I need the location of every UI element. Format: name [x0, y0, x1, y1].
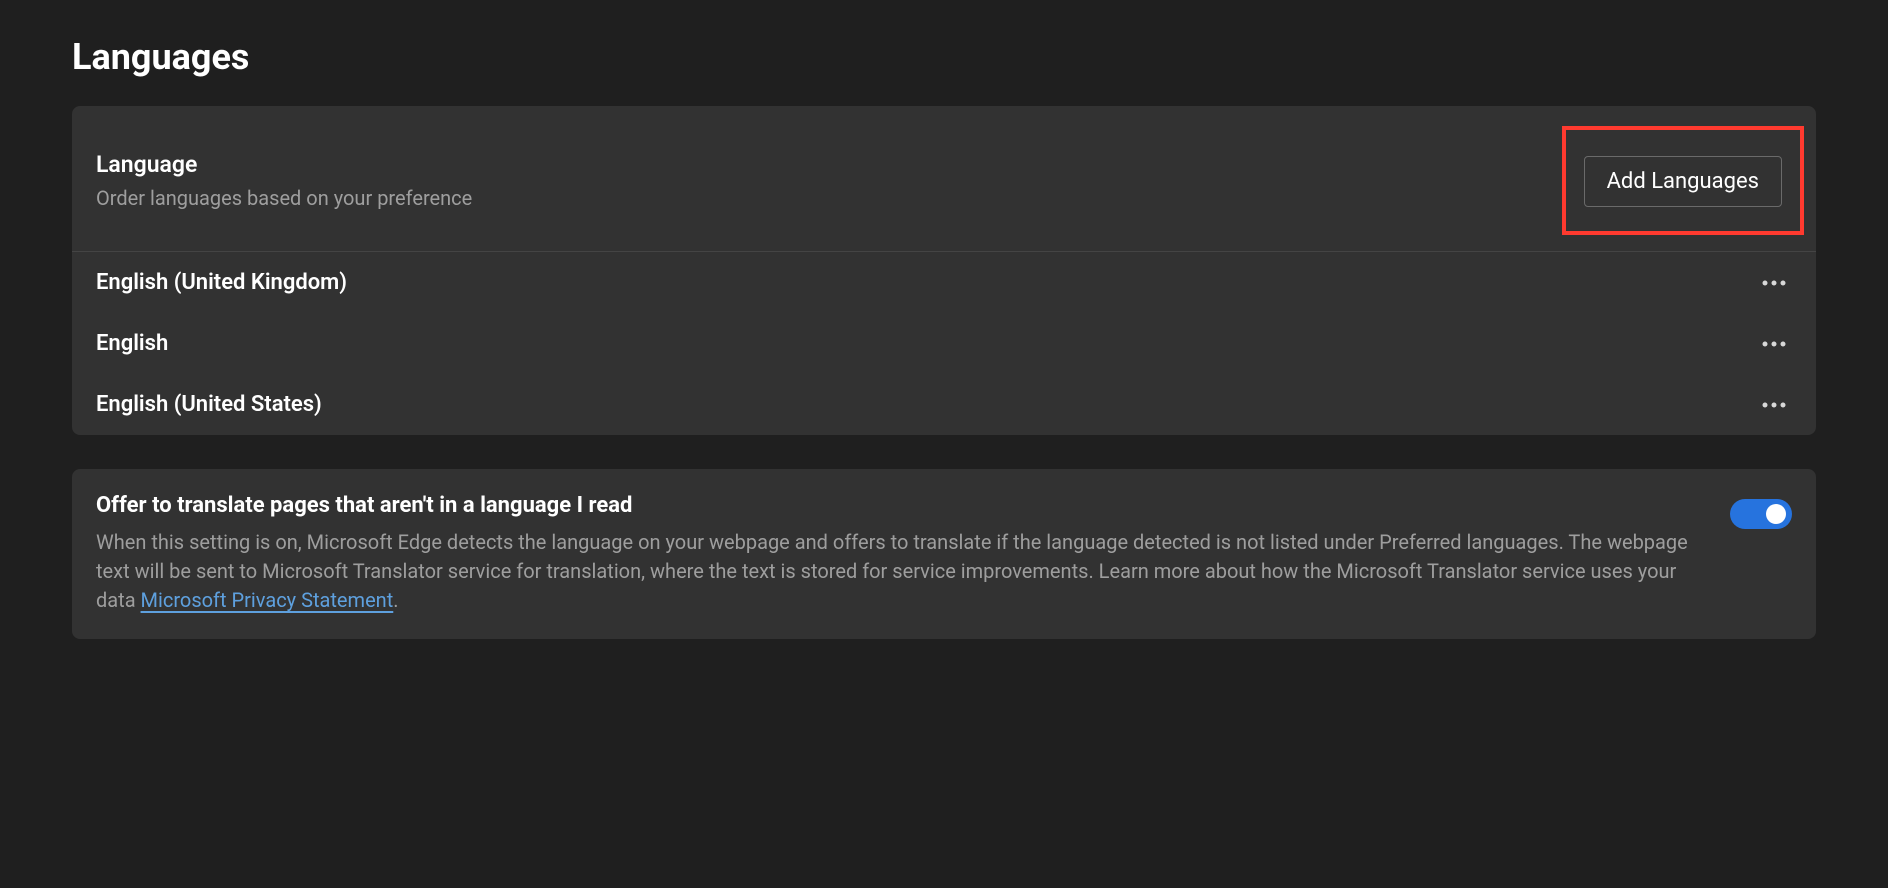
languages-card: Language Order languages based on your p…	[72, 106, 1816, 435]
privacy-statement-link[interactable]: Microsoft Privacy Statement	[141, 588, 394, 612]
language-name: English (United States)	[96, 392, 322, 417]
more-options-icon[interactable]	[1756, 396, 1792, 414]
translate-desc-suffix: .	[393, 588, 398, 612]
language-name: English	[96, 331, 168, 356]
more-options-icon[interactable]	[1756, 274, 1792, 292]
more-options-icon[interactable]	[1756, 335, 1792, 353]
toggle-knob	[1766, 504, 1786, 524]
languages-header-text: Language Order languages based on your p…	[96, 151, 1562, 210]
add-languages-highlight: Add Languages	[1562, 126, 1804, 235]
translate-text-block: Offer to translate pages that aren't in …	[96, 493, 1706, 615]
translate-card: Offer to translate pages that aren't in …	[72, 469, 1816, 639]
translate-description: When this setting is on, Microsoft Edge …	[96, 528, 1706, 615]
page-title: Languages	[72, 36, 1816, 78]
language-name: English (United Kingdom)	[96, 270, 347, 295]
translate-toggle[interactable]	[1730, 499, 1792, 529]
translate-title: Offer to translate pages that aren't in …	[96, 493, 1706, 518]
language-row: English	[72, 313, 1816, 374]
language-row: English (United Kingdom)	[72, 252, 1816, 313]
add-languages-button[interactable]: Add Languages	[1584, 156, 1782, 207]
languages-card-header: Language Order languages based on your p…	[72, 106, 1816, 252]
language-row: English (United States)	[72, 374, 1816, 435]
language-section-title: Language	[96, 151, 1562, 178]
language-section-subtitle: Order languages based on your preference	[96, 186, 1562, 210]
